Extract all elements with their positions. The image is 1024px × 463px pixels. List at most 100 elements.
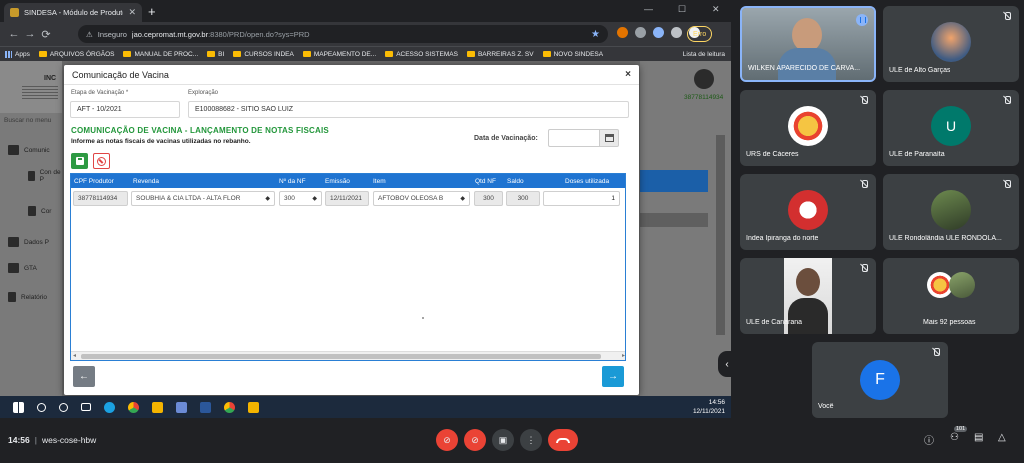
cell-item[interactable]: AFTOBOV OLEOSA B ◆ (373, 191, 470, 206)
window-maximize-button[interactable]: ☐ (678, 4, 686, 15)
participant-tile[interactable]: ULE Rondolândia ULE RONDOLA... (883, 174, 1019, 250)
grid-horizontal-scrollbar[interactable]: ◂ ▸ (71, 351, 625, 360)
bookmark-label: ACESSO SISTEMAS (396, 50, 458, 58)
bookmark-star-icon[interactable]: ★ (591, 29, 600, 40)
cell-nf[interactable]: 300 ◆ (279, 191, 322, 206)
bookmark-apps[interactable]: Apps (5, 50, 30, 58)
extension-icon[interactable] (617, 27, 628, 38)
system-clock[interactable]: 14:56 12/11/2021 (693, 398, 725, 416)
address-bar[interactable]: ⚠ Inseguro jao.cepromat.mt.gov.br:8380/P… (78, 25, 608, 43)
chat-icon[interactable]: ▤ (974, 432, 983, 443)
reading-list[interactable]: Lista de leitura (683, 51, 725, 58)
mic-off-icon (1003, 12, 1011, 20)
previous-button[interactable]: ← (73, 366, 95, 387)
user-info[interactable]: 38778114934 (684, 69, 723, 101)
bookmark-label: NOVO SINDESA (553, 50, 604, 58)
chrome-icon[interactable] (224, 401, 235, 413)
back-button[interactable]: ← (6, 28, 22, 40)
menu-search[interactable]: Buscar no menu (4, 117, 51, 124)
bookmark-label: ARQUIVOS ÓRGÃOS (49, 50, 115, 58)
windows-start-icon[interactable] (13, 401, 24, 413)
menu-item-gta[interactable]: GTA (8, 263, 37, 273)
col-nf: Nº da NF (279, 178, 306, 185)
more-options-button[interactable]: ⋮ (520, 429, 542, 451)
self-tile[interactable]: F Você (812, 342, 948, 418)
save-button[interactable] (71, 153, 88, 169)
modal-close-button[interactable]: × (625, 69, 631, 80)
participant-tile[interactable]: U ULE de Paranaíta (883, 90, 1019, 166)
extension-icon[interactable] (635, 27, 646, 38)
more-participants-tile[interactable]: Mais 92 pessoas (883, 258, 1019, 334)
info-icon[interactable]: ⓘ (924, 432, 934, 447)
forward-button[interactable]: → (22, 28, 38, 40)
date-input[interactable] (548, 129, 600, 147)
bookmark-label: BI (218, 50, 225, 58)
doses-input[interactable]: 1 (543, 191, 620, 206)
cell-revenda[interactable]: SOUBHIA & CIA LTDA - ALTA FLOR ◆ (131, 191, 275, 206)
collapse-panel-button[interactable]: ‹ (718, 351, 731, 377)
puzzle-icon[interactable] (671, 27, 682, 38)
reload-button[interactable]: ⟳ (38, 28, 54, 41)
page-scrollbar[interactable] (716, 135, 725, 335)
task-view-icon[interactable] (81, 403, 91, 411)
camera-toggle-button[interactable]: ⊘ (464, 429, 486, 451)
window-close-button[interactable]: ✕ (712, 4, 720, 15)
participant-tile-speaking[interactable]: WILKEN APARECIDO DE CARVA... (740, 6, 876, 82)
menu-item-relatorios[interactable]: Relatório (8, 292, 47, 302)
bookmark-folder[interactable]: CURSOS INDEA (233, 51, 294, 58)
scroll-left-icon[interactable]: ◂ (73, 352, 76, 359)
menu-item-cor[interactable]: Cor (28, 206, 51, 216)
bookmark-label: MANUAL DE PROC... (134, 50, 199, 58)
chrome-icon[interactable] (128, 401, 139, 413)
tab-close-icon[interactable]: ✕ (128, 7, 136, 18)
leave-call-button[interactable] (548, 429, 578, 451)
bookmark-folder[interactable]: NOVO SINDESA (542, 50, 604, 58)
cancel-button[interactable] (93, 153, 110, 169)
bookmark-folder[interactable]: MANUAL DE PROC... (123, 51, 198, 58)
menu-item-consulta[interactable]: Con de P (28, 169, 62, 183)
extension-icon[interactable] (653, 27, 664, 38)
people-icon[interactable]: ⚇ (950, 432, 959, 443)
bookmark-folder[interactable]: BARREIRAS Z. SV (466, 51, 534, 58)
activities-icon[interactable]: △ (998, 432, 1006, 443)
participant-tile[interactable]: URS de Cáceres (740, 90, 876, 166)
sticky-notes-icon[interactable] (248, 401, 259, 413)
explorer-folder-icon[interactable] (152, 401, 163, 413)
edge-icon[interactable] (104, 401, 115, 413)
folder-icon (302, 51, 311, 57)
cortana-icon[interactable] (59, 402, 68, 412)
date-picker-button[interactable] (599, 129, 619, 147)
next-button[interactable]: → (602, 366, 624, 387)
participant-avatar (788, 190, 828, 230)
folder-icon (542, 51, 551, 57)
present-button[interactable]: ▣ (492, 429, 514, 451)
participant-tile[interactable]: ULE de Canarana (740, 258, 876, 334)
bookmark-folder[interactable]: ARQUIVOS ÓRGÃOS (38, 50, 115, 58)
etapa-field[interactable]: AFT - 10/2021 (70, 101, 180, 118)
browser-tab[interactable]: SINDESA - Módulo de Produtor ✕ (4, 3, 142, 22)
bookmark-folder[interactable]: BI (207, 51, 224, 58)
bookmark-folder[interactable]: ACESSO SISTEMAS (385, 51, 458, 58)
word-icon[interactable] (200, 401, 211, 413)
meeting-code[interactable]: wes-cose-hbw (42, 435, 96, 445)
exploracao-field[interactable]: E100088682 - SITIO SAO LUIZ (188, 101, 629, 118)
error-button[interactable]: Erro (687, 26, 713, 42)
scrollbar-thumb[interactable] (81, 354, 601, 359)
menu-item-comunicacao[interactable]: Comunic (8, 145, 50, 155)
bookmark-folder[interactable]: MAPEAMENTO DE... (302, 51, 376, 58)
participant-name: Indea Ipiranga do norte (746, 235, 819, 242)
participant-tile[interactable]: ULE de Alto Garças (883, 6, 1019, 82)
mic-toggle-button[interactable]: ⊘ (436, 429, 458, 451)
vaccine-modal: Comunicação de Vacina × Etapa de Vacinaç… (64, 65, 639, 395)
menu-item-dados[interactable]: Dados P (8, 237, 49, 247)
folder-icon (466, 51, 475, 57)
app-icon[interactable] (176, 401, 187, 413)
window-minimize-button[interactable]: — (644, 4, 653, 14)
participant-shirt (788, 298, 828, 334)
scroll-right-icon[interactable]: ▸ (622, 352, 625, 359)
search-icon[interactable] (37, 402, 46, 412)
participant-tile[interactable]: Indea Ipiranga do norte (740, 174, 876, 250)
mic-off-icon (1003, 180, 1011, 188)
new-tab-button[interactable]: + (148, 4, 156, 19)
browser-toolbar: ← → ⟳ ⚠ Inseguro jao.cepromat.mt.gov.br:… (0, 22, 731, 46)
